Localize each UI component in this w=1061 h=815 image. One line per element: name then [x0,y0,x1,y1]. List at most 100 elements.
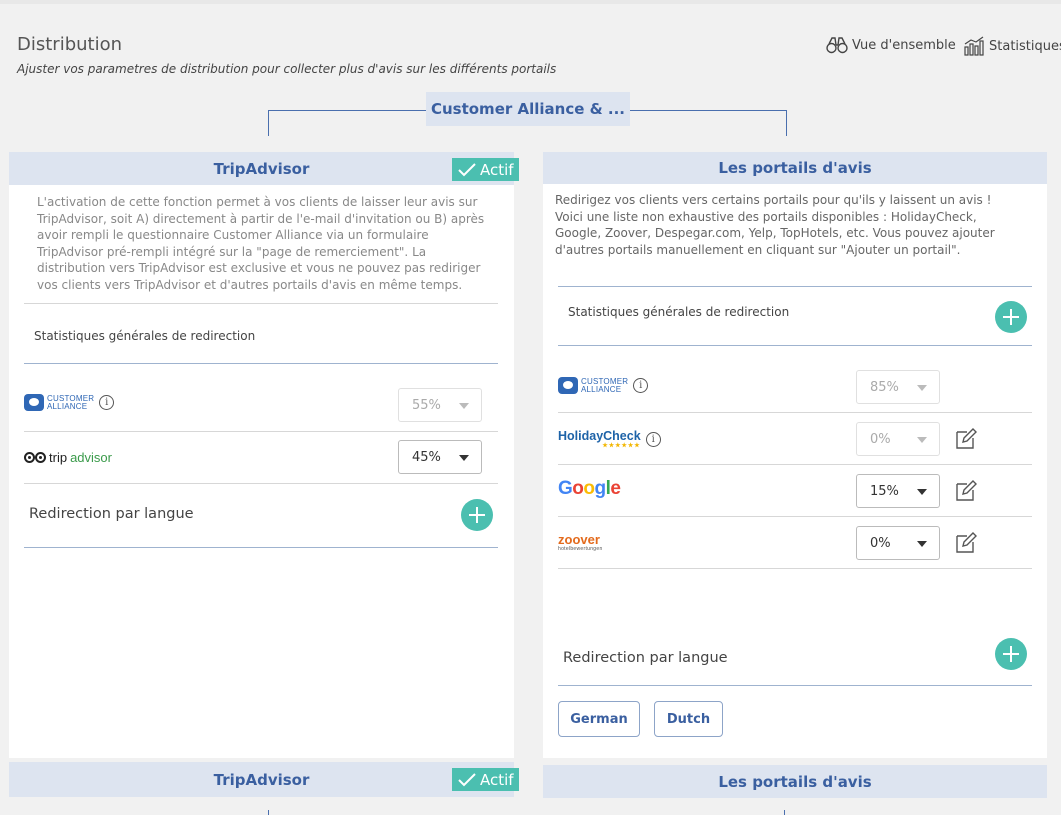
review-portals-panel: Les portails d'avis Redirigez vos client… [543,152,1047,758]
customer-alliance-logo: CUSTOMER ALLIANCE [24,394,94,411]
logo-text: zoover [558,532,600,547]
tripadvisor-panel-2: TripAdvisor Actif [9,762,519,815]
divider [24,431,498,432]
owl-icon [24,452,46,463]
overview-link-label: Vue d'ensemble [852,37,956,53]
logo-subtext: hotelbewertungen [558,546,603,552]
chevron-down-icon [459,455,469,461]
tree-connector-left-v [268,810,269,815]
holidaycheck-logo: HolidayCheck ★★★★★★ [558,429,641,449]
customer-alliance-percent-select: 55% [398,388,482,422]
select-value: 55% [412,397,441,413]
speech-bubble-icon [558,377,578,394]
active-badge[interactable]: Actif [452,158,519,181]
check-icon [458,162,476,176]
speech-bubble-icon [24,394,44,411]
google-logo-row: Google [558,478,621,500]
chevron-down-icon [917,437,927,443]
info-icon[interactable]: i [633,378,649,393]
divider [558,464,1032,465]
tripadvisor-panel: TripAdvisor Actif L'activation de cette … [9,152,519,758]
zoover-logo-row: zoover hotelbewertungen [558,532,603,552]
tree-connector-right-h [630,110,787,111]
tripadvisor-panel-header: TripAdvisor [9,152,514,185]
tripadvisor-logo: trip advisor [24,450,112,465]
language-german-button[interactable]: German [558,701,640,737]
check-icon [458,772,476,786]
divider [558,568,1032,569]
tree-connector-left-h [268,110,426,111]
tree-connector-left-v [268,110,269,136]
binoculars-icon [826,37,848,54]
tripadvisor-description: L'activation de cette fonction permet à … [37,195,485,292]
logo-line-2: ALLIANCE [47,401,88,411]
holidaycheck-logo-row: HolidayCheck ★★★★★★ i [558,429,661,449]
logo-main: trip [49,450,68,465]
add-language-button[interactable] [461,499,493,531]
statistics-link-label: Statistiques [989,38,1061,54]
bar-chart-icon [964,36,984,56]
zoover-logo: zoover hotelbewertungen [558,532,603,552]
divider [558,516,1032,517]
logo-sub: advisor [70,450,112,465]
select-value: 85% [870,379,899,395]
review-portals-panel-header: Les portails d'avis [543,765,1047,798]
distribution-root-node[interactable]: Customer Alliance & ... [426,92,630,126]
edit-icon[interactable] [954,479,978,503]
holidaycheck-percent-select: 0% [856,422,940,456]
stats-label: Statistiques générales de redirection [568,305,790,319]
zoover-percent-select[interactable]: 0% [856,526,940,560]
active-badge-label: Actif [480,160,514,179]
info-icon[interactable]: i [645,431,661,447]
logo-text: HolidayCheck [558,429,641,443]
info-icon[interactable]: i [99,395,115,410]
page-title: Distribution [17,34,123,55]
statistics-link[interactable]: Statistiques [963,36,1061,56]
divider [24,363,498,364]
language-redirect-label: Redirection par langue [563,650,728,666]
chevron-down-icon [917,541,927,547]
divider [24,547,498,548]
select-value: 15% [870,483,899,499]
tripadvisor-logo-row: trip advisor [24,450,112,465]
divider [558,286,1032,287]
language-redirect-label: Redirection par langue [29,506,194,522]
select-value: 0% [870,535,891,551]
tree-connector-right-v [784,810,785,815]
customer-alliance-logo-row: CUSTOMER ALLIANCE i [24,394,115,411]
select-value: 0% [870,431,891,447]
top-strip [0,0,1061,4]
tripadvisor-percent-select[interactable]: 45% [398,440,482,474]
divider [558,345,1032,346]
tripadvisor-panel-header: TripAdvisor [9,762,514,797]
divider [558,685,1032,686]
chevron-down-icon [917,385,927,391]
page-subtitle: Ajuster vos parametres de distribution p… [17,62,557,76]
language-dutch-button[interactable]: Dutch [654,701,723,737]
active-badge[interactable]: Actif [452,768,519,791]
stats-label: Statistiques générales de redirection [34,329,256,343]
google-logo: Google [558,478,621,499]
chevron-down-icon [917,489,927,495]
review-portals-panel-header: Les portails d'avis [543,152,1047,184]
google-percent-select[interactable]: 15% [856,474,940,508]
overview-link[interactable]: Vue d'ensemble [826,36,956,54]
logo-line-2: ALLIANCE [581,384,622,394]
stars-icon: ★★★★★★ [602,443,641,449]
edit-icon[interactable] [954,427,978,451]
add-portal-button[interactable] [995,301,1027,333]
review-portals-panel-2: Les portails d'avis [543,765,1047,815]
divider [24,303,498,304]
customer-alliance-logo-row: CUSTOMER ALLIANCE i [558,377,649,394]
active-badge-label: Actif [480,770,514,789]
customer-alliance-logo: CUSTOMER ALLIANCE [558,377,628,394]
review-portals-description: Redirigez vos clients vers certains port… [555,193,995,257]
divider [558,412,1032,413]
chevron-down-icon [459,403,469,409]
tree-connector-right-v [786,110,787,136]
select-value: 45% [412,449,441,465]
add-language-button[interactable] [995,638,1027,670]
divider [24,483,498,484]
customer-alliance-percent-select: 85% [856,370,940,404]
edit-icon[interactable] [954,531,978,555]
